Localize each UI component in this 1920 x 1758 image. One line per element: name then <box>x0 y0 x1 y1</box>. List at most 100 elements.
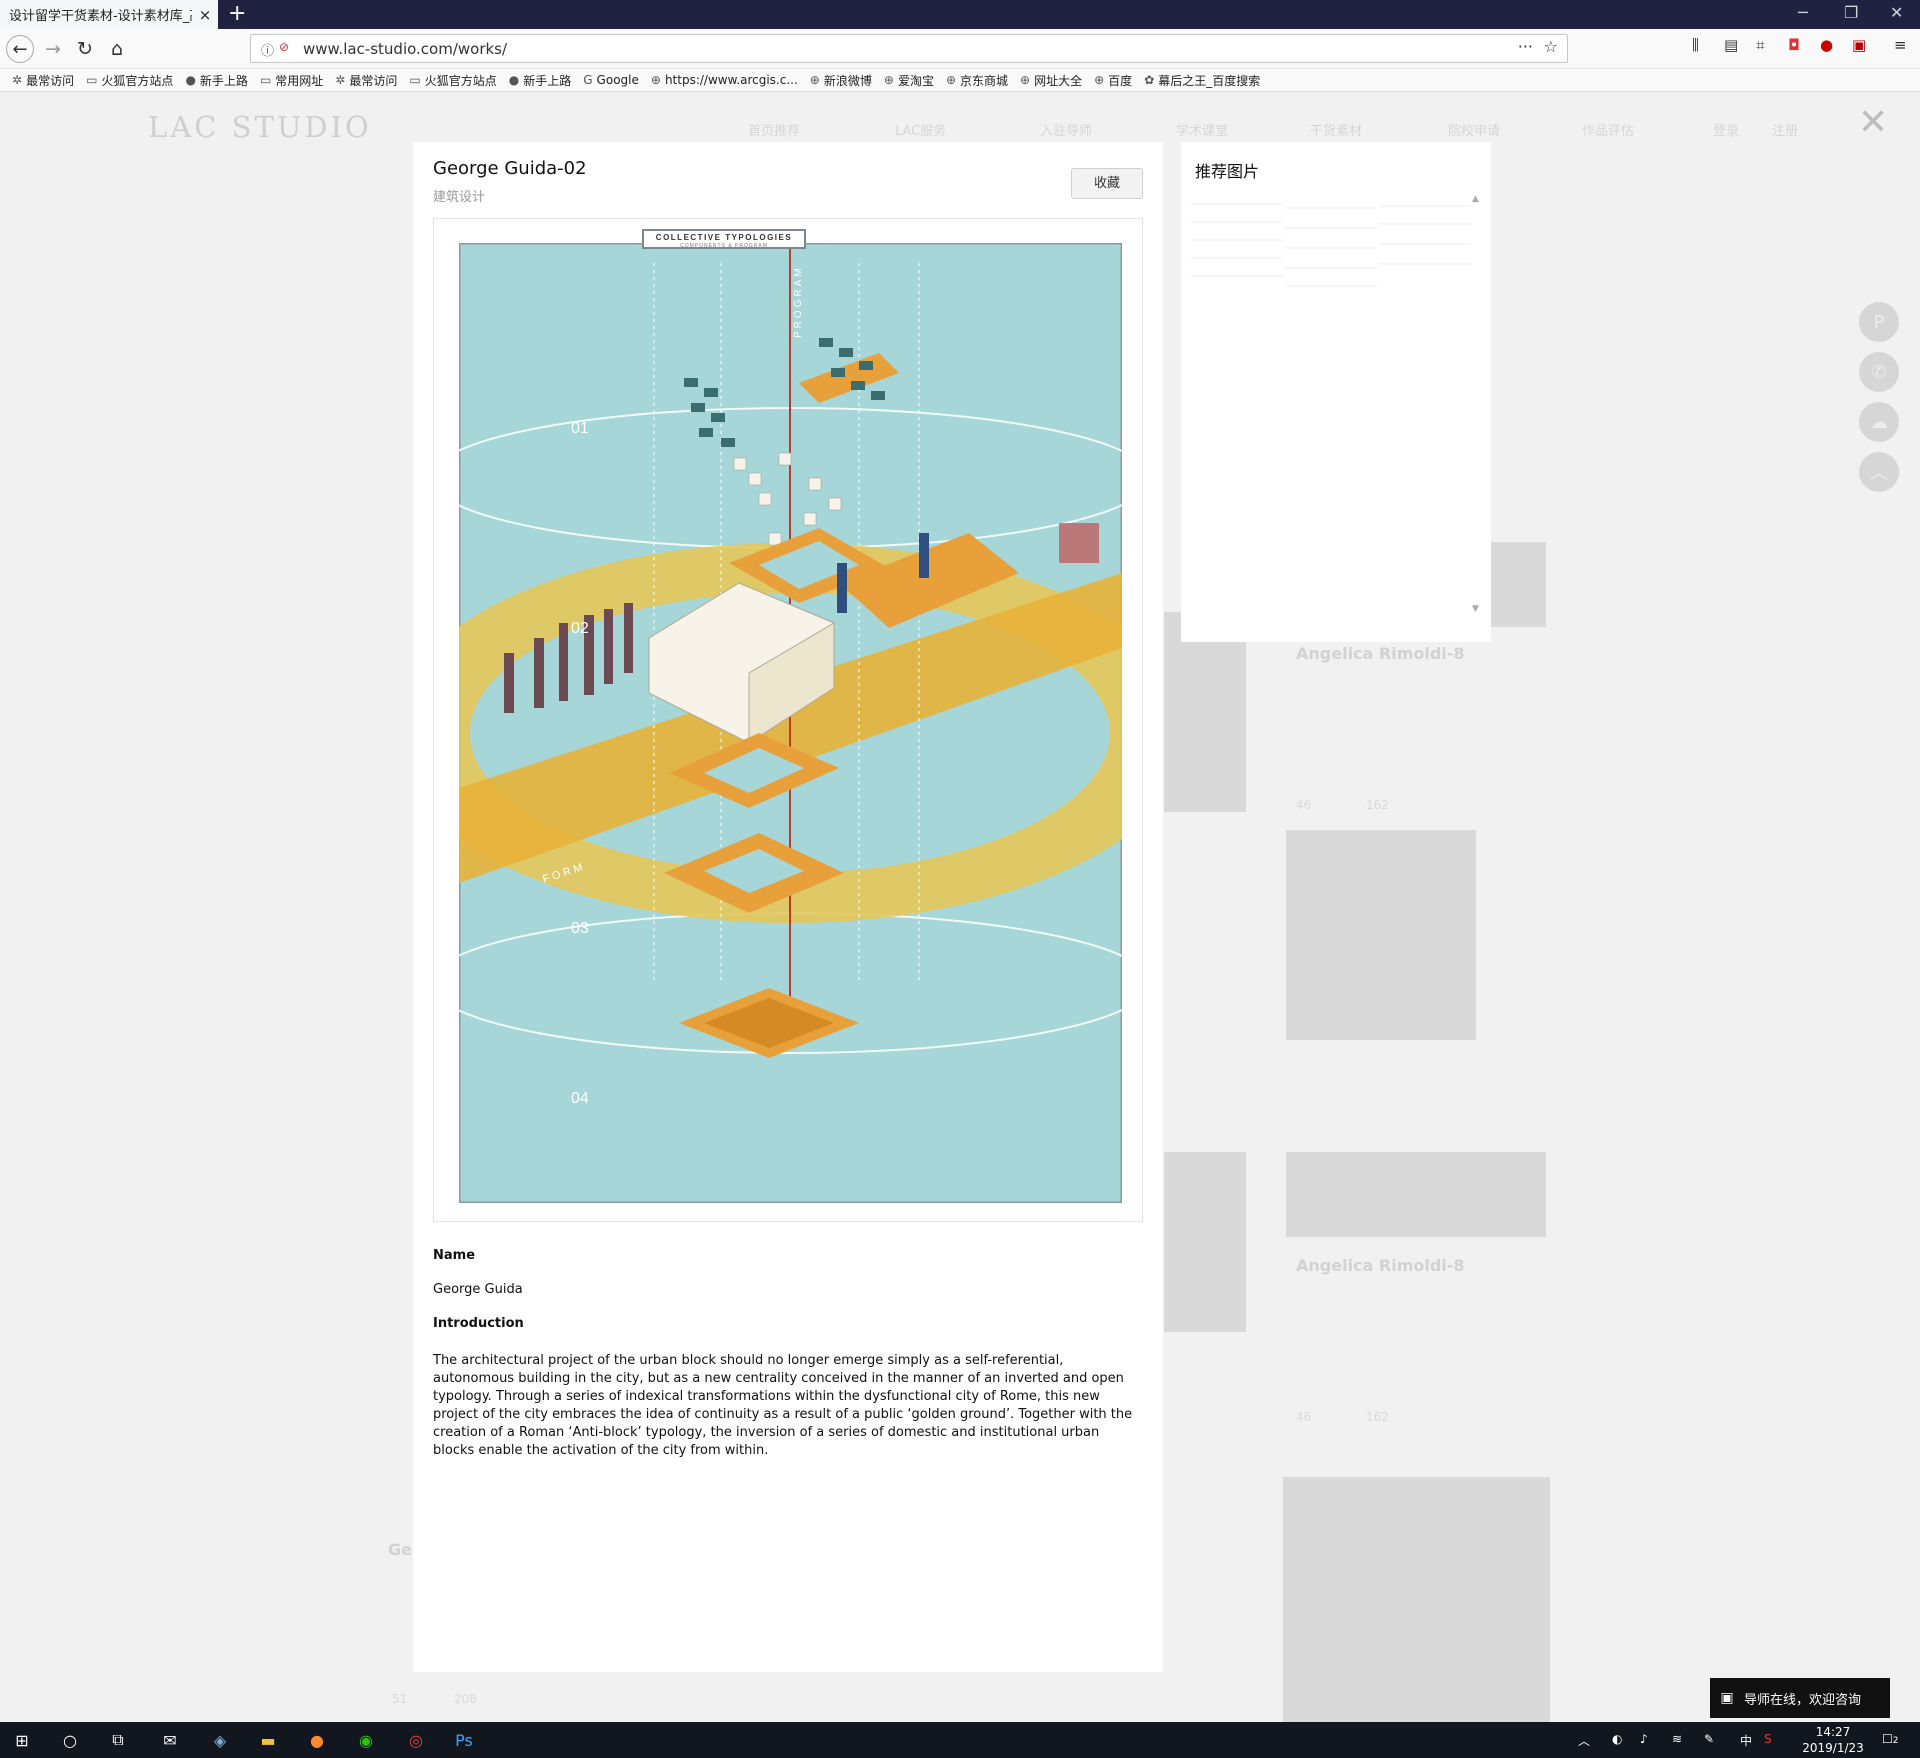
site-nav-item[interactable]: 首页推荐 <box>748 120 800 139</box>
sogou-ime-icon[interactable]: S <box>1764 1732 1772 1746</box>
task-view-icon[interactable]: ⧉ <box>106 1729 130 1751</box>
recommended-list[interactable] <box>1191 194 1481 620</box>
url-bar[interactable]: ⓘ ⊘ www.lac-studio.com/works/ ··· ☆ <box>250 34 1568 63</box>
site-nav-item[interactable]: 作品评估 <box>1582 120 1634 139</box>
minimize-icon[interactable]: ─ <box>1798 3 1808 22</box>
tracking-shield-icon[interactable]: ⊘ <box>279 40 289 54</box>
file-explorer-icon[interactable]: ▬ <box>256 1729 280 1751</box>
bookmark-item[interactable]: G Google <box>583 73 639 87</box>
clock[interactable]: 14:27 2019/1/23 <box>1795 1724 1871 1756</box>
bookmark-label: https://www.arcgis.c... <box>664 73 798 87</box>
bookmark-item[interactable]: ✲ 最常访问 <box>12 72 74 89</box>
bookmark-item[interactable]: ▭ 火狐官方站点 <box>86 72 173 89</box>
site-nav-item[interactable]: 学术课堂 <box>1176 120 1228 139</box>
bookmark-item[interactable]: ⊕ 网址大全 <box>1020 72 1082 89</box>
active-tab[interactable]: 设计留学干货素材-设计素材库_高... × <box>0 0 218 29</box>
bookmark-item[interactable]: ● 新手上路 <box>509 72 572 89</box>
introduction-text: The architectural project of the urban b… <box>433 1353 1133 1458</box>
tray-expand-icon[interactable]: ︿ <box>1578 1732 1590 1749</box>
bookmark-item[interactable]: ⊕ 爱淘宝 <box>884 72 934 89</box>
nav-toolbar: ← → ↻ ⌂ ⓘ ⊘ www.lac-studio.com/works/ ··… <box>0 29 1920 69</box>
mail-icon[interactable]: ✉ <box>158 1729 182 1751</box>
pinterest-ext-icon[interactable]: ● <box>1820 36 1833 54</box>
close-overlay-icon[interactable]: ✕ <box>1858 102 1888 143</box>
site-nav-item[interactable]: 登录 <box>1713 120 1739 139</box>
bookmark-item[interactable]: ▭ 常用网址 <box>260 72 323 89</box>
name-label: Name <box>433 1248 476 1263</box>
photoshop-icon[interactable]: Ps <box>452 1729 476 1751</box>
menu-icon[interactable]: ≡ <box>1894 36 1907 54</box>
clock-date: 2019/1/23 <box>1802 1741 1864 1755</box>
back-to-top-icon[interactable]: ︿ <box>1859 452 1899 492</box>
bookmark-label: 新浪微博 <box>823 73 872 88</box>
bg-card-image <box>1164 612 1246 812</box>
tray-app-icon[interactable]: ◐ <box>1612 1732 1622 1746</box>
bookmarks-bar: ✲ 最常访问 ▭ 火狐官方站点 ● 新手上路 ▭ 常用网址 ✲ 最常访问 ▭ 火狐官方站点 ● 新手上路 G… <box>0 69 1920 92</box>
site-info-icon[interactable]: ⓘ <box>261 40 274 59</box>
new-tab-button[interactable]: + <box>228 1 246 27</box>
bookmark-item[interactable]: ● 新手上路 <box>185 72 248 89</box>
bookmark-item[interactable]: ✲ 最常访问 <box>335 72 397 89</box>
site-nav-item[interactable]: 注册 <box>1772 120 1798 139</box>
pocket-icon[interactable]: ◘ <box>1788 36 1800 54</box>
start-icon[interactable]: ⊞ <box>10 1729 34 1751</box>
chat-widget[interactable]: ▣ 导师在线，欢迎咨询 <box>1710 1678 1890 1718</box>
reload-button[interactable]: ↻ <box>72 36 98 62</box>
introduction-label: Introduction <box>433 1316 524 1331</box>
forward-button[interactable]: → <box>40 36 66 62</box>
wechat-icon[interactable]: ◉ <box>354 1729 378 1751</box>
tab-close-icon[interactable]: × <box>192 6 218 24</box>
chrome-icon[interactable]: ◎ <box>404 1729 428 1751</box>
library-icon[interactable]: ⫼ <box>1692 36 1699 54</box>
bookmark-label: 常用网址 <box>275 73 324 88</box>
bookmark-star-icon[interactable]: ☆ <box>1544 37 1558 56</box>
home-button[interactable]: ⌂ <box>104 36 130 62</box>
cloud-icon[interactable]: ☁ <box>1859 402 1899 442</box>
bookmark-label: 最常访问 <box>349 73 398 88</box>
bg-card-views: 162 <box>1366 798 1389 812</box>
bookmark-item[interactable]: ⊕ 京东商城 <box>946 72 1008 89</box>
notification-icon[interactable]: ☐2 <box>1882 1732 1899 1746</box>
bg-card-title: Ge <box>388 1540 412 1559</box>
cortana-icon[interactable]: ○ <box>58 1729 82 1751</box>
firefox-icon[interactable]: ● <box>305 1729 329 1751</box>
bg-card-likes: 46 <box>1296 798 1312 812</box>
work-category: 建筑设计 <box>433 190 486 205</box>
screenshot-icon[interactable]: ⌗ <box>1756 36 1764 54</box>
pinterest-share-icon[interactable]: P <box>1859 302 1899 342</box>
ime-indicator[interactable]: 中 <box>1740 1732 1752 1749</box>
bg-card-title: Angelica Rimoldi-8 <box>1296 1256 1465 1275</box>
site-logo[interactable]: LAC STUDIO <box>148 110 372 144</box>
scroll-up-icon[interactable]: ▲ <box>1472 194 1479 204</box>
name-value: George Guida <box>433 1282 523 1297</box>
network-icon[interactable]: ≋ <box>1672 1732 1682 1746</box>
clock-time: 14:27 <box>1815 1725 1851 1739</box>
bookmark-item[interactable]: ⊕ 百度 <box>1094 72 1132 89</box>
globe-icon: ⊕ <box>1020 73 1031 87</box>
bookmark-label: 爱淘宝 <box>897 73 934 88</box>
favorite-button[interactable]: 收藏 <box>1071 168 1143 199</box>
restore-icon[interactable]: ❐ <box>1844 3 1858 22</box>
sidebar-icon[interactable]: ▤ <box>1724 36 1738 54</box>
bookmark-item[interactable]: ✿ 幕后之王_百度搜索 <box>1144 72 1260 89</box>
url-text[interactable]: www.lac-studio.com/works/ <box>303 40 507 58</box>
pen-icon[interactable]: ✎ <box>1704 1732 1714 1746</box>
poster-level-04: 04 <box>571 1090 589 1107</box>
app-icon[interactable]: ◈ <box>208 1729 232 1751</box>
bookmark-item[interactable]: ⊕ https://www.arcgis.c... <box>651 73 798 87</box>
window-close-icon[interactable]: ✕ <box>1890 3 1903 22</box>
page-actions-icon[interactable]: ··· <box>1518 37 1533 56</box>
work-title: George Guida-02 <box>433 158 587 179</box>
volume-icon[interactable]: ♪ <box>1640 1732 1648 1746</box>
pdf-ext-icon[interactable]: ▣ <box>1852 36 1866 54</box>
phone-icon[interactable]: ✆ <box>1859 352 1899 392</box>
bookmark-item[interactable]: ⊕ 新浪微博 <box>810 72 872 89</box>
site-nav-item[interactable]: LAC服务 <box>895 120 946 139</box>
bookmark-item[interactable]: ▭ 火狐官方站点 <box>409 72 496 89</box>
site-nav-item[interactable]: 入驻导师 <box>1040 120 1092 139</box>
scroll-down-icon[interactable]: ▼ <box>1472 604 1479 614</box>
back-button[interactable]: ← <box>6 35 34 63</box>
site-nav-item[interactable]: 干货素材 <box>1310 120 1362 139</box>
site-nav-item[interactable]: 院校申请 <box>1448 120 1500 139</box>
poster-level-03: 03 <box>571 920 589 937</box>
